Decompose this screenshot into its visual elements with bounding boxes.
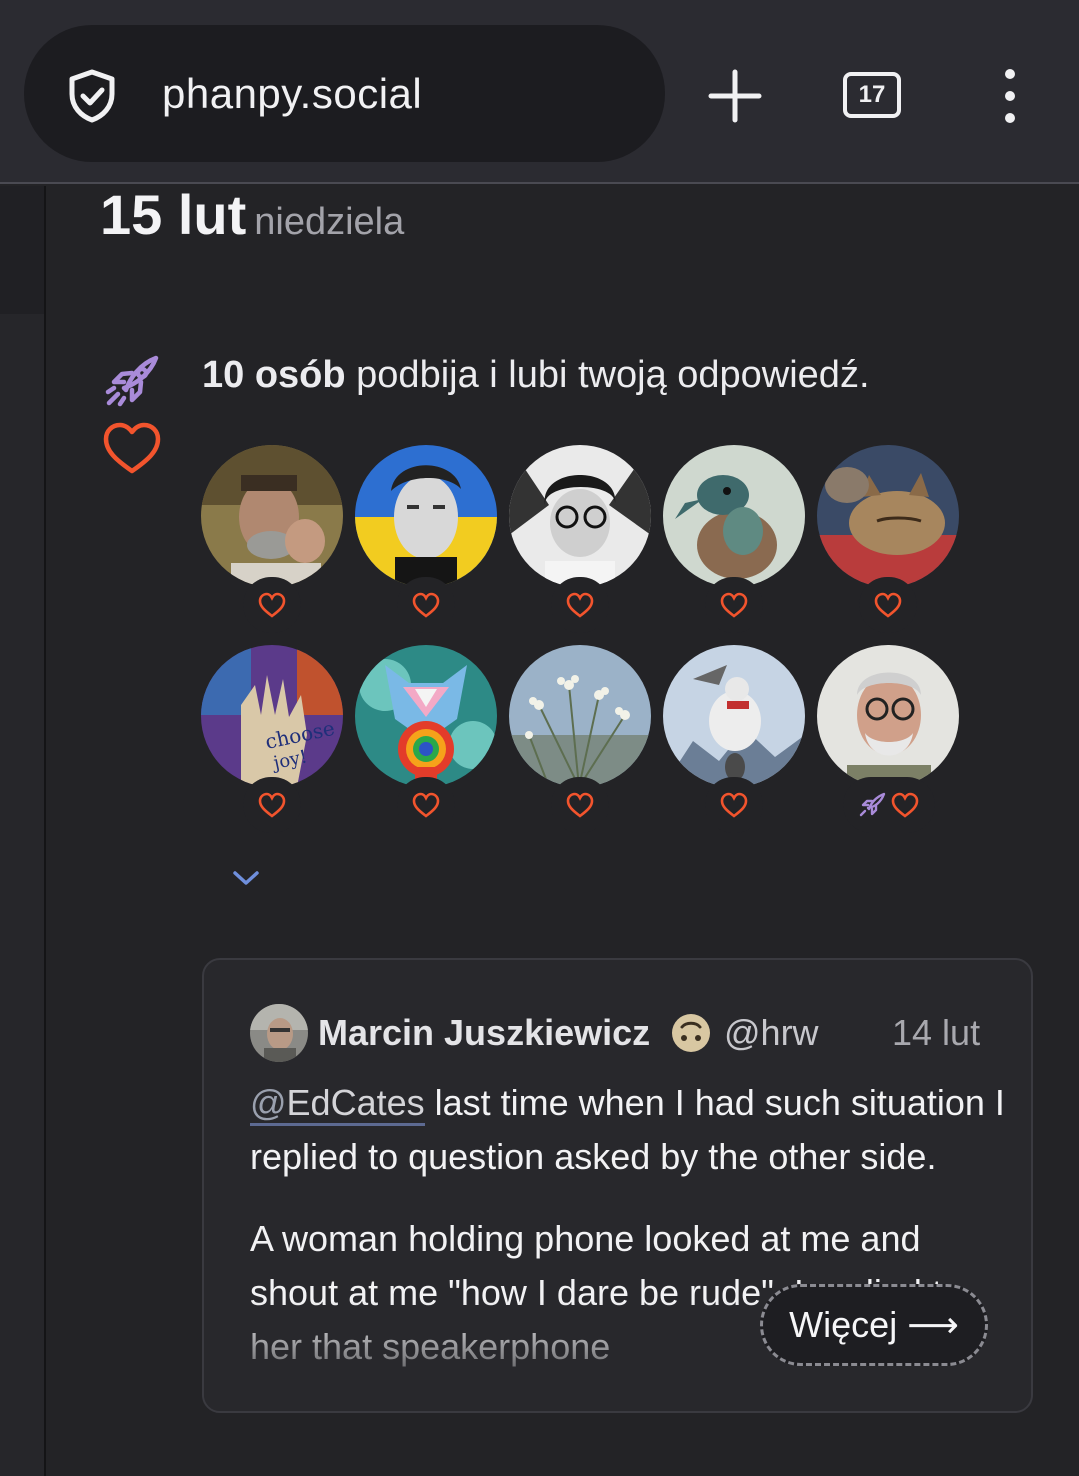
heart-icon [258, 592, 286, 618]
date-day: 15 lut [100, 183, 247, 246]
reaction-badge [551, 777, 609, 833]
reaction-badge [243, 777, 301, 833]
avatar[interactable] [663, 445, 805, 587]
reaction-badge [705, 777, 763, 833]
reaction-badge [243, 577, 301, 633]
date-header: 15 lut niedziela [100, 182, 404, 252]
post-paragraph: @EdCates last time when I had such situa… [250, 1076, 1010, 1184]
side-column [0, 186, 46, 1476]
more-button[interactable]: Więcej ⟶ [760, 1284, 988, 1366]
mention-at: @ [250, 1082, 287, 1123]
mention-name: EdCates [286, 1082, 425, 1123]
date-weekday: niedziela [254, 201, 405, 243]
reaction-badge [397, 577, 455, 633]
notification-action: podbija i lubi twoją odpowiedź. [345, 354, 870, 396]
heart-icon [566, 592, 594, 618]
avatar[interactable]: choose joy! [201, 645, 343, 787]
notification-text[interactable]: 10 osób podbija i lubi twoją odpowiedź. [202, 350, 870, 400]
author-handle[interactable]: @hrw [724, 1008, 819, 1058]
reaction-badge [397, 777, 455, 833]
avatar[interactable] [355, 645, 497, 787]
rocket-icon [105, 355, 159, 407]
post-time[interactable]: 14 lut [892, 1008, 980, 1058]
tabs-button[interactable]: 17 [843, 72, 901, 118]
reaction-badge [843, 777, 935, 833]
plus-icon[interactable] [705, 66, 765, 126]
avatar[interactable] [817, 645, 959, 787]
reaction-badge [551, 577, 609, 633]
avatar[interactable] [355, 445, 497, 587]
chevron-down-icon[interactable] [230, 866, 262, 890]
rocket-icon [859, 792, 886, 817]
avatar[interactable] [201, 445, 343, 587]
avatar[interactable] [509, 645, 651, 787]
heart-icon [720, 792, 748, 818]
shield-check-icon[interactable] [62, 66, 122, 126]
heart-icon [874, 592, 902, 618]
avatar[interactable] [509, 445, 651, 587]
kebab-menu-icon[interactable] [990, 66, 1030, 126]
reaction-badge [705, 577, 763, 633]
people-count[interactable]: 10 osób [202, 354, 346, 396]
url-text[interactable]: phanpy.social [162, 66, 422, 122]
heart-icon [891, 792, 919, 818]
heart-icon [103, 422, 161, 474]
heart-icon [258, 792, 286, 818]
avatar[interactable] [663, 645, 805, 787]
heart-icon [566, 792, 594, 818]
mention-link[interactable]: @EdCates [250, 1082, 425, 1126]
author-name[interactable]: Marcin Juszkiewicz [318, 1008, 650, 1058]
upside-down-face-icon [672, 1014, 710, 1052]
quoted-post-card[interactable]: Marcin Juszkiewicz @hrw 14 lut @EdCates … [202, 958, 1033, 1413]
heart-icon [412, 592, 440, 618]
side-column-segment [0, 314, 44, 1476]
heart-icon [412, 792, 440, 818]
browser-toolbar: phanpy.social 17 [0, 0, 1079, 184]
avatar[interactable] [817, 445, 959, 587]
heart-icon [720, 592, 748, 618]
author-avatar[interactable] [250, 1004, 308, 1062]
reaction-badge [859, 577, 917, 633]
